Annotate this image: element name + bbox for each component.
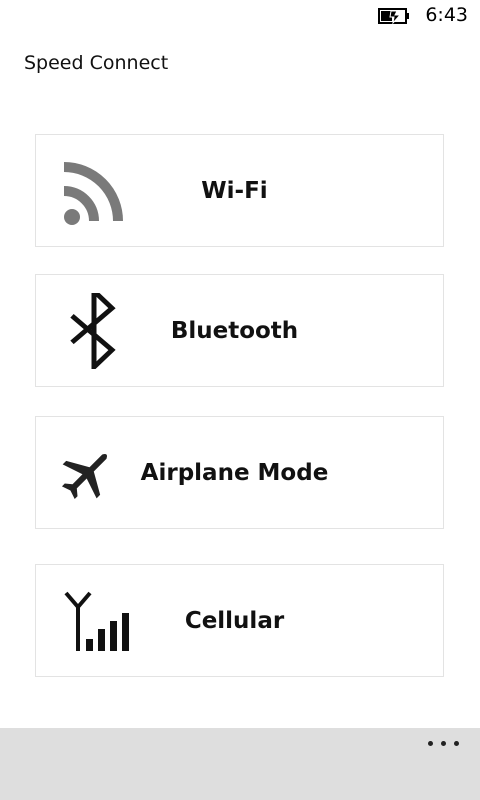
airplane-mode-label: Airplane Mode [140, 460, 329, 486]
cellular-tile[interactable]: Cellular [35, 564, 444, 677]
cellular-label: Cellular [184, 608, 285, 634]
status-bar: 6:43 [0, 0, 480, 32]
battery-charging-icon [378, 8, 409, 25]
bluetooth-tile[interactable]: Bluetooth [35, 274, 444, 387]
phone-screen: 6:43 Speed Connect Wi-Fi Bluetooth Airpl… [0, 0, 480, 800]
bluetooth-label: Bluetooth [170, 318, 299, 344]
app-title: Speed Connect [24, 52, 169, 74]
status-time: 6:43 [425, 4, 468, 26]
ellipsis-icon[interactable] [426, 732, 462, 754]
wifi-label: Wi-Fi [201, 178, 268, 204]
app-bar [0, 728, 480, 800]
wifi-tile[interactable]: Wi-Fi [35, 134, 444, 247]
airplane-mode-tile[interactable]: Airplane Mode [35, 416, 444, 529]
